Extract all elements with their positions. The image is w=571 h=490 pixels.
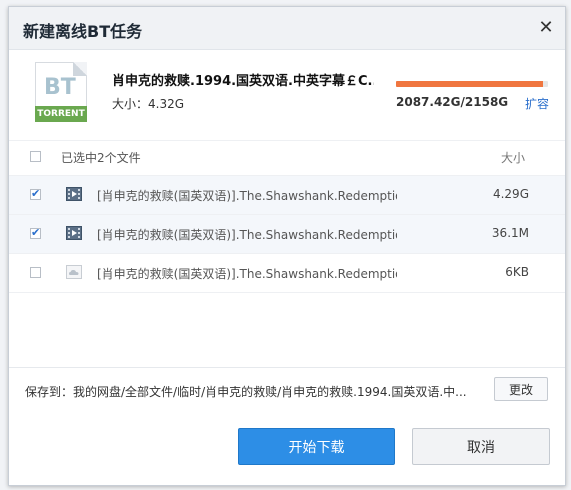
file-row[interactable]: [肖申克的救赎(国英双语)].The.Shawshank.Redemptio..… bbox=[9, 175, 565, 214]
file-size: 6KB bbox=[505, 265, 529, 279]
file-row[interactable]: [肖申克的救赎(国英双语)].The.Shawshank.Redemptio..… bbox=[9, 214, 565, 253]
storage-quota-text: 2087.42G/2158G bbox=[396, 95, 509, 109]
change-path-button[interactable]: 更改 bbox=[494, 377, 548, 401]
file-name: [肖申克的救赎(国英双语)].The.Shawshank.Redemptio..… bbox=[97, 189, 397, 203]
file-size: 4.29G bbox=[492, 187, 529, 201]
dialog-title: 新建离线BT任务 bbox=[23, 22, 143, 41]
cloud-file-icon bbox=[66, 265, 82, 279]
file-list: 已选中2个文件 大小 [肖申克的救赎(国英双语)].The.Shawshank.… bbox=[9, 140, 565, 293]
save-path-label: 保存到：我的网盘/全部文件/临时/肖申克的救赎/肖申克的救赎.1994.国英双语… bbox=[25, 385, 467, 399]
storage-quota-bar bbox=[396, 81, 548, 87]
selected-count-label: 已选中2个文件 bbox=[61, 151, 141, 165]
select-all-checkbox[interactable] bbox=[30, 151, 41, 162]
torrent-file-title: 肖申克的救赎.1994.国英双语.中英字幕￡C... bbox=[112, 74, 374, 89]
size-column-header: 大小 bbox=[500, 151, 525, 165]
close-icon[interactable]: ✕ bbox=[535, 16, 557, 38]
file-checkbox[interactable] bbox=[30, 226, 41, 239]
file-list-header: 已选中2个文件 大小 bbox=[9, 140, 565, 175]
cancel-button[interactable]: 取消 bbox=[412, 428, 550, 465]
start-download-button[interactable]: 开始下载 bbox=[238, 428, 395, 465]
file-checkbox[interactable] bbox=[30, 187, 41, 200]
torrent-file-size: 大小：4.32G bbox=[112, 97, 185, 111]
expand-storage-link[interactable]: 扩容 bbox=[525, 95, 549, 112]
new-offline-bt-task-dialog: 新建离线BT任务 ✕ BT TORRENT 肖申克的救赎.1994.国英双语.中… bbox=[8, 6, 566, 486]
video-file-icon bbox=[66, 226, 82, 240]
title-bar: 新建离线BT任务 ✕ bbox=[9, 7, 565, 50]
torrent-file-icon: BT TORRENT bbox=[35, 62, 87, 122]
storage-quota-fill bbox=[396, 81, 543, 87]
video-file-icon bbox=[66, 187, 82, 201]
file-row[interactable]: [肖申克的救赎(国英双语)].The.Shawshank.Redemptio..… bbox=[9, 253, 565, 292]
file-size: 36.1M bbox=[491, 226, 529, 240]
save-location-row: 保存到：我的网盘/全部文件/临时/肖申克的救赎/肖申克的救赎.1994.国英双语… bbox=[9, 367, 565, 412]
file-name: [肖申克的救赎(国英双语)].The.Shawshank.Redemptio..… bbox=[97, 228, 397, 242]
file-checkbox[interactable] bbox=[30, 267, 41, 278]
file-name: [肖申克的救赎(国英双语)].The.Shawshank.Redemptio..… bbox=[97, 267, 397, 281]
torrent-summary: BT TORRENT 肖申克的救赎.1994.国英双语.中英字幕￡C... 大小… bbox=[9, 50, 565, 140]
